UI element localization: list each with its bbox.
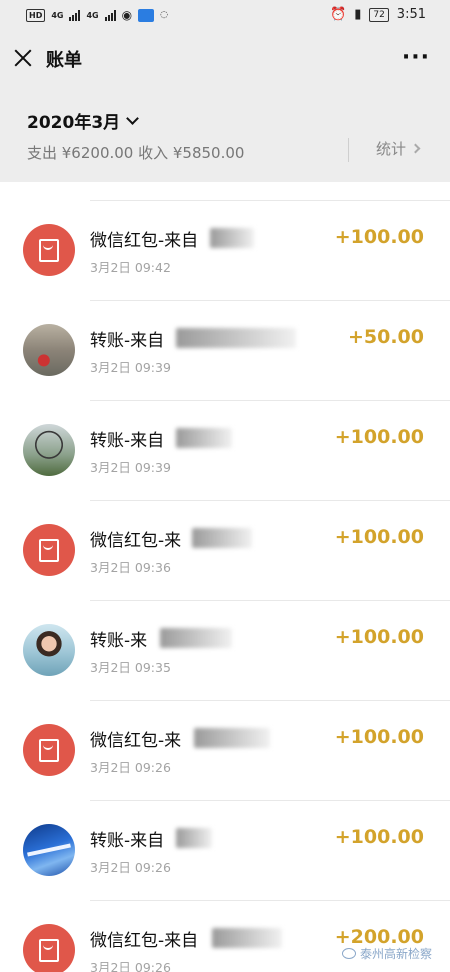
wechat-icon: ◉ [121, 8, 133, 22]
month-selector[interactable]: 2020年3月 [27, 108, 140, 133]
divider [90, 300, 450, 301]
redacted-name [192, 528, 252, 548]
transaction-amount: +100.00 [334, 226, 424, 248]
list-item[interactable]: 微信红包-来 3月2日 09:26 +100.00 [0, 700, 450, 800]
stats-label: 统计 [376, 140, 407, 158]
transaction-title: 转账-来自 [90, 831, 165, 851]
transaction-amount: +100.00 [334, 726, 424, 748]
divider [90, 400, 450, 401]
red-packet-icon [23, 524, 75, 576]
close-icon[interactable] [12, 47, 34, 69]
app-notification-icon-2: ◌ [160, 10, 168, 20]
red-packet-icon [23, 724, 75, 776]
divider [90, 800, 450, 801]
transaction-time: 3月2日 09:39 [90, 460, 171, 475]
stats-button[interactable]: 统计 [376, 138, 421, 159]
transaction-amount: +100.00 [334, 526, 424, 548]
page-title: 账单 [46, 50, 82, 71]
divider [348, 138, 349, 162]
transaction-time: 3月2日 09:26 [90, 860, 171, 875]
transaction-amount: +100.00 [334, 426, 424, 448]
signal-icon-2 [104, 9, 116, 21]
transaction-time: 3月2日 09:26 [90, 760, 171, 775]
transaction-time: 3月2日 09:36 [90, 560, 171, 575]
red-packet-icon [23, 924, 75, 972]
transaction-amount: +50.00 [347, 326, 424, 348]
wechat-official-account-icon [341, 948, 356, 959]
network-label-2: 4G [86, 10, 99, 20]
transaction-title: 转账-来 [90, 631, 148, 651]
totals-text: 支出 ¥6200.00 收入 ¥5850.00 [27, 144, 245, 162]
spacer [0, 182, 450, 200]
list-item[interactable]: 微信红包-来自 3月2日 09:42 +100.00 [0, 200, 450, 300]
avatar [23, 424, 75, 476]
watermark: 泰州高新检察 [341, 945, 432, 962]
avatar [23, 624, 75, 676]
transaction-amount: +100.00 [334, 626, 424, 648]
avatar [23, 324, 75, 376]
divider [90, 600, 450, 601]
transaction-time: 3月2日 09:42 [90, 260, 171, 275]
redacted-name [160, 628, 232, 648]
divider [90, 700, 450, 701]
divider [90, 500, 450, 501]
list-item[interactable]: 转账-来自 3月2日 09:39 +100.00 [0, 400, 450, 500]
red-packet-icon [23, 224, 75, 276]
transaction-time: 3月2日 09:39 [90, 360, 171, 375]
vibrate-icon: ▮ [354, 7, 362, 22]
redacted-name [194, 728, 270, 748]
redacted-name [176, 828, 212, 848]
redacted-name [176, 428, 232, 448]
hd-badge: HD [26, 8, 46, 22]
list-item[interactable]: 转账-来自 3月2日 09:39 +50.00 [0, 300, 450, 400]
transaction-time: 3月2日 09:35 [90, 660, 171, 675]
status-bar: HD 4G 4G ◉ ◌ ⏰ ▮ 72 3:51 [0, 0, 450, 32]
transaction-amount: +100.00 [334, 826, 424, 848]
transaction-title: 转账-来自 [90, 431, 165, 451]
avatar [23, 824, 75, 876]
transaction-time: 3月2日 09:26 [90, 960, 171, 972]
alarm-icon: ⏰ [330, 7, 347, 22]
list-item[interactable]: 转账-来自 3月2日 09:26 +100.00 [0, 800, 450, 900]
battery-icon: 72 [369, 7, 389, 22]
app-notification-icon [138, 8, 155, 22]
transaction-title: 微信红包-来自 [90, 231, 199, 251]
signal-icon [69, 9, 81, 21]
transaction-title: 转账-来自 [90, 331, 165, 351]
redacted-name [212, 928, 282, 948]
transaction-title: 微信红包-来 [90, 731, 182, 751]
chevron-right-icon [410, 143, 421, 154]
month-label: 2020年3月 [27, 113, 121, 133]
transaction-title: 微信红包-来自 [90, 931, 199, 951]
chevron-down-icon [126, 111, 140, 125]
clock: 3:51 [396, 7, 426, 22]
redacted-name [210, 228, 254, 248]
divider [90, 200, 450, 201]
list-item[interactable]: 微信红包-来 3月2日 09:36 +100.00 [0, 500, 450, 600]
list-item[interactable]: 转账-来 3月2日 09:35 +100.00 [0, 600, 450, 700]
divider [90, 900, 450, 901]
redacted-name [176, 328, 296, 348]
month-summary: 2020年3月 支出 ¥6200.00 收入 ¥5850.00 统计 [0, 86, 450, 182]
more-options-icon[interactable]: ··· [402, 45, 430, 70]
nav-bar: 账单 ··· [0, 32, 450, 86]
watermark-text: 泰州高新检察 [359, 947, 432, 961]
network-label-1: 4G [51, 10, 64, 20]
transaction-title: 微信红包-来 [90, 531, 182, 551]
